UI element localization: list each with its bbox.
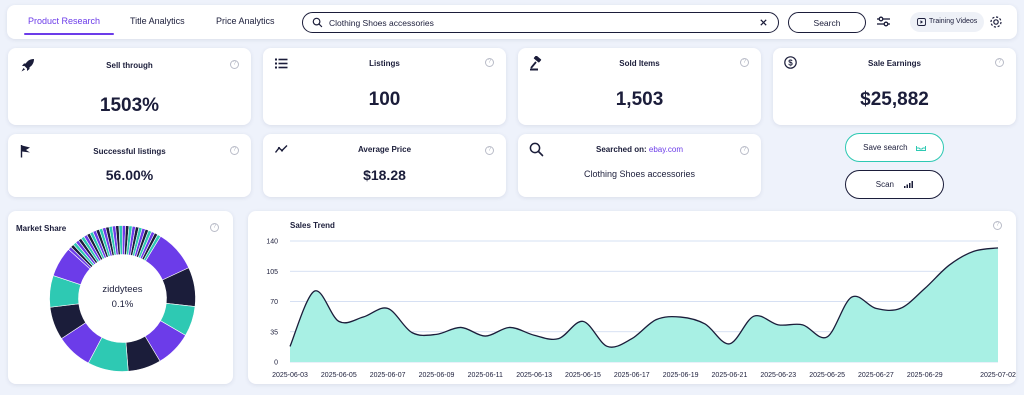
y-tick-label: 70 xyxy=(270,299,278,306)
help-icon[interactable]: ? xyxy=(740,146,749,155)
help-icon[interactable]: ? xyxy=(995,58,1004,67)
search-bar xyxy=(302,12,779,33)
inbox-icon xyxy=(915,146,926,152)
listings-value: 100 xyxy=(368,89,401,110)
y-tick-label: 35 xyxy=(270,329,278,336)
sold-items-value: 1,503 xyxy=(615,89,664,110)
x-tick-label: 2025-06-29 xyxy=(907,372,943,379)
help-icon[interactable]: ? xyxy=(230,60,239,69)
market-share-center-label: ziddytees xyxy=(102,284,143,295)
training-videos-button[interactable]: Training Videos xyxy=(910,12,984,32)
sold-items-title: Sold Items xyxy=(619,59,660,68)
search-input[interactable] xyxy=(329,16,749,29)
listings-title: Listings xyxy=(369,59,400,68)
successful-listings-title: Successful listings xyxy=(93,147,166,156)
x-tick-label: 2025-06-03 xyxy=(272,372,308,379)
gear-icon[interactable] xyxy=(989,15,1003,29)
y-tick-label: 105 xyxy=(266,269,278,276)
tab-title-analytics[interactable]: Title Analytics xyxy=(130,16,185,26)
save-search-label: Save search xyxy=(863,143,908,152)
scan-label: Scan xyxy=(875,180,894,189)
play-icon xyxy=(917,18,926,26)
save-search-button[interactable]: Save search xyxy=(845,133,944,162)
help-icon[interactable]: ? xyxy=(485,58,494,67)
searched-on-site[interactable]: ebay.com xyxy=(649,145,683,154)
active-tab-indicator xyxy=(24,33,114,35)
x-tick-label: 2025-07-02 xyxy=(980,372,1016,379)
sell-through-value: 1503% xyxy=(99,95,160,116)
x-tick-label: 2025-06-15 xyxy=(565,372,601,379)
training-videos-label: Training Videos xyxy=(929,18,978,25)
average-price-card: Average Price ? $18.28 xyxy=(263,134,506,197)
clear-icon[interactable] xyxy=(759,18,768,27)
x-tick-label: 2025-06-21 xyxy=(712,372,748,379)
successful-listings-card: Successful listings ? 56.00% xyxy=(8,134,251,197)
y-tick-label: 0 xyxy=(274,360,278,367)
x-tick-label: 2025-06-13 xyxy=(516,372,552,379)
x-tick-label: 2025-06-19 xyxy=(663,372,699,379)
sales-trend-chart: 0 35 70 105 140 2025-06-03 2025-06-05 2025-06-0… xyxy=(266,239,1016,380)
search-icon xyxy=(312,17,323,28)
scan-button[interactable]: Scan xyxy=(845,170,944,199)
search-button[interactable]: Search xyxy=(788,12,866,33)
x-tick-label: 2025-06-07 xyxy=(370,372,406,379)
x-tick-label: 2025-06-23 xyxy=(760,372,796,379)
sold-items-card: Sold Items ? 1,503 xyxy=(518,48,761,125)
top-navigation-bar: Product Research Title Analytics Price A… xyxy=(7,5,1017,39)
x-tick-label: 2025-06-17 xyxy=(614,372,650,379)
help-icon[interactable]: ? xyxy=(740,58,749,67)
listings-card: Listings ? 100 xyxy=(263,48,506,125)
tab-price-analytics[interactable]: Price Analytics xyxy=(216,16,275,26)
sale-earnings-title: Sale Earnings xyxy=(868,59,921,68)
sale-earnings-card: $ Sale Earnings ? $25,882 xyxy=(773,48,1016,125)
x-tick-label: 2025-06-27 xyxy=(858,372,894,379)
signal-bars-icon xyxy=(904,181,914,189)
help-icon[interactable]: ? xyxy=(210,223,219,232)
sales-trend-card: Sales Trend ? 0 35 70 105 140 2025-06-03 2025-… xyxy=(248,211,1016,384)
sales-area xyxy=(290,247,998,362)
filter-icon[interactable] xyxy=(876,15,891,28)
market-share-card: Market Share ? ziddytees 0.1% xyxy=(8,211,233,384)
x-tick-label: 2025-06-25 xyxy=(809,372,845,379)
average-price-value: $18.28 xyxy=(363,167,406,183)
x-tick-label: 2025-06-11 xyxy=(468,372,503,379)
sell-through-title: Sell through xyxy=(106,61,153,70)
successful-listings-value: 56.00% xyxy=(105,167,154,183)
searched-on-label: Searched on: xyxy=(595,145,647,154)
help-icon[interactable]: ? xyxy=(485,146,494,155)
average-price-title: Average Price xyxy=(357,145,412,154)
sell-through-card: Sell through ? 1503% xyxy=(8,48,251,125)
help-icon[interactable]: ? xyxy=(230,146,239,155)
x-tick-label: 2025-06-05 xyxy=(321,372,357,379)
x-tick-label: 2025-06-09 xyxy=(419,372,455,379)
searched-on-card: Searched on: ebay.com ? Clothing Shoes a… xyxy=(518,134,761,197)
market-share-center-value: 0.1% xyxy=(111,299,134,310)
tab-product-research[interactable]: Product Research xyxy=(28,16,100,26)
y-tick-label: 140 xyxy=(266,239,278,246)
sale-earnings-value: $25,882 xyxy=(860,89,929,110)
searched-on-query: Clothing Shoes accessories xyxy=(583,169,696,179)
searched-on-title: Searched on: ebay.com xyxy=(518,145,761,154)
